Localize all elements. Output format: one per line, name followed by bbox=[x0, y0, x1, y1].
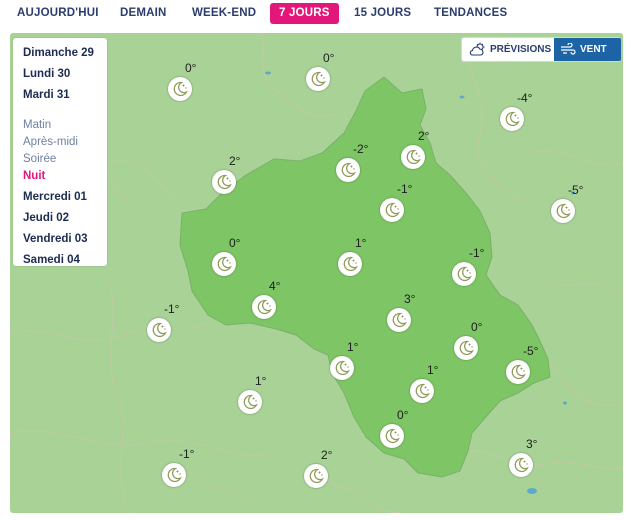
moon-stars-icon bbox=[330, 356, 354, 380]
moon-stars-icon bbox=[380, 424, 404, 448]
station-temp: 0° bbox=[185, 61, 197, 75]
previsions-toggle-button[interactable]: PRÉVISIONS bbox=[468, 38, 551, 61]
station-marker[interactable]: 0° bbox=[380, 408, 424, 448]
station-temp: 0° bbox=[323, 51, 335, 65]
station-marker[interactable]: -1° bbox=[162, 447, 206, 487]
station-marker[interactable]: 1° bbox=[238, 374, 282, 414]
station-marker[interactable]: -4° bbox=[500, 91, 544, 131]
moon-stars-icon bbox=[506, 360, 530, 384]
day-dimanche-29[interactable]: Dimanche 29 bbox=[23, 45, 107, 66]
station-marker[interactable]: -5° bbox=[551, 183, 595, 223]
station-marker[interactable]: -5° bbox=[506, 344, 550, 384]
station-marker[interactable]: 2° bbox=[304, 448, 348, 488]
period-soiree[interactable]: Soirée bbox=[23, 151, 107, 168]
station-temp: 1° bbox=[255, 374, 267, 388]
vent-toggle-button[interactable]: VENT bbox=[554, 38, 621, 61]
moon-stars-icon bbox=[306, 67, 330, 91]
moon-stars-icon bbox=[452, 262, 476, 286]
vent-label: VENT bbox=[580, 44, 607, 55]
station-marker[interactable]: 0° bbox=[168, 61, 212, 101]
period-matin[interactable]: Matin bbox=[23, 117, 107, 134]
moon-stars-icon bbox=[252, 295, 276, 319]
wind-icon bbox=[561, 42, 576, 55]
day-mardi-31[interactable]: Mardi 31 bbox=[23, 87, 107, 108]
moon-stars-icon bbox=[454, 336, 478, 360]
period-nuit[interactable]: Nuit bbox=[23, 168, 107, 185]
station-temp: -1° bbox=[164, 302, 180, 316]
moon-stars-icon bbox=[380, 198, 404, 222]
period-apres-midi[interactable]: Après-midi bbox=[23, 134, 107, 151]
station-marker[interactable]: 1° bbox=[410, 363, 454, 403]
station-temp: 0° bbox=[397, 408, 409, 422]
moon-stars-icon bbox=[212, 252, 236, 276]
weather-map[interactable]: Dimanche 29 Lundi 30 Mardi 31 Matin Aprè… bbox=[10, 33, 623, 513]
tab-demain[interactable]: DEMAIN bbox=[120, 3, 167, 24]
station-temp: 4° bbox=[269, 279, 281, 293]
moon-stars-icon bbox=[338, 252, 362, 276]
station-marker[interactable]: 2° bbox=[212, 154, 256, 194]
cloud-sun-icon bbox=[469, 42, 485, 56]
station-temp: 1° bbox=[347, 340, 359, 354]
station-marker[interactable]: -1° bbox=[452, 246, 496, 286]
station-temp: 3° bbox=[526, 437, 538, 451]
forecast-tabs: AUJOURD'HUI DEMAIN WEEK-END 7 JOURS 15 J… bbox=[0, 0, 631, 26]
day-jeudi-02[interactable]: Jeudi 02 bbox=[23, 210, 107, 231]
previsions-label: PRÉVISIONS bbox=[490, 44, 552, 55]
station-temp: 3° bbox=[404, 292, 416, 306]
day-lundi-30[interactable]: Lundi 30 bbox=[23, 66, 107, 87]
day-vendredi-03[interactable]: Vendredi 03 bbox=[23, 231, 107, 252]
station-marker[interactable]: 3° bbox=[509, 437, 553, 477]
moon-stars-icon bbox=[410, 379, 434, 403]
moon-stars-icon bbox=[212, 170, 236, 194]
station-marker[interactable]: 0° bbox=[212, 236, 256, 276]
moon-stars-icon bbox=[147, 318, 171, 342]
station-marker[interactable]: 0° bbox=[454, 320, 498, 360]
moon-stars-icon bbox=[500, 107, 524, 131]
moon-stars-icon bbox=[551, 199, 575, 223]
moon-stars-icon bbox=[162, 463, 186, 487]
station-marker[interactable]: 3° bbox=[387, 292, 431, 332]
station-temp: -5° bbox=[523, 344, 539, 358]
moon-stars-icon bbox=[387, 308, 411, 332]
tab-week-end[interactable]: WEEK-END bbox=[192, 3, 256, 24]
day-samedi-04[interactable]: Samedi 04 bbox=[23, 252, 107, 273]
station-temp: -2° bbox=[353, 142, 369, 156]
moon-stars-icon bbox=[238, 390, 262, 414]
station-temp: -1° bbox=[469, 246, 485, 260]
station-temp: -1° bbox=[179, 447, 195, 461]
station-marker[interactable]: 2° bbox=[401, 129, 445, 169]
moon-stars-icon bbox=[168, 77, 192, 101]
station-marker[interactable]: 4° bbox=[252, 279, 296, 319]
station-temp: -1° bbox=[397, 182, 413, 196]
tab-15-jours[interactable]: 15 JOURS bbox=[354, 3, 411, 24]
tab-7-jours[interactable]: 7 JOURS bbox=[270, 3, 339, 24]
moon-stars-icon bbox=[304, 464, 328, 488]
station-temp: 1° bbox=[355, 236, 367, 250]
moon-stars-icon bbox=[336, 158, 360, 182]
station-temp: 0° bbox=[229, 236, 241, 250]
station-marker[interactable]: 1° bbox=[330, 340, 374, 380]
moon-stars-icon bbox=[509, 453, 533, 477]
tab-aujourdhui[interactable]: AUJOURD'HUI bbox=[17, 3, 99, 24]
tab-tendances[interactable]: TENDANCES bbox=[434, 3, 507, 24]
station-marker[interactable]: -2° bbox=[336, 142, 380, 182]
station-temp: -5° bbox=[568, 183, 584, 197]
station-marker[interactable]: -1° bbox=[380, 182, 424, 222]
day-selector: Dimanche 29 Lundi 30 Mardi 31 Matin Aprè… bbox=[13, 38, 107, 266]
station-temp: -4° bbox=[517, 91, 533, 105]
station-temp: 1° bbox=[427, 363, 439, 377]
station-marker[interactable]: -1° bbox=[147, 302, 191, 342]
station-temp: 0° bbox=[471, 320, 483, 334]
moon-stars-icon bbox=[401, 145, 425, 169]
station-temp: 2° bbox=[321, 448, 333, 462]
day-mercredi-01[interactable]: Mercredi 01 bbox=[23, 189, 107, 210]
station-temp: 2° bbox=[229, 154, 241, 168]
station-temp: 2° bbox=[418, 129, 430, 143]
station-marker[interactable]: 1° bbox=[338, 236, 382, 276]
map-mode-toggle: PRÉVISIONS VENT bbox=[461, 37, 621, 62]
station-marker[interactable]: 0° bbox=[306, 51, 350, 91]
